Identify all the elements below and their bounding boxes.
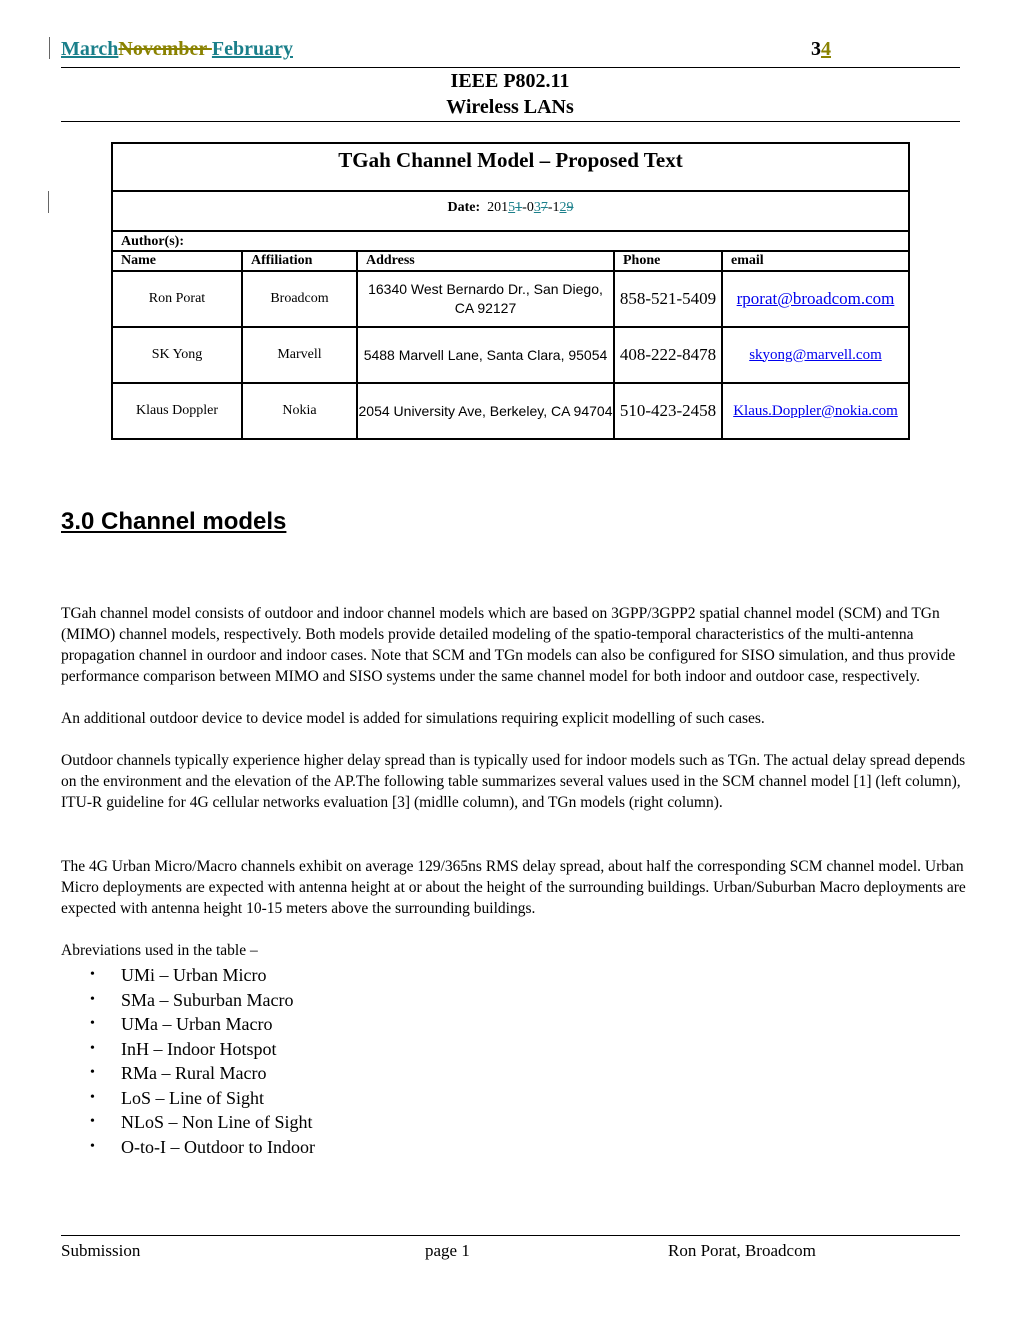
abbreviation-text: InH – Indoor Hotspot bbox=[121, 1038, 277, 1059]
doc-title: TGah Channel Model – Proposed Text bbox=[113, 144, 908, 192]
header-date-segment: March bbox=[61, 38, 119, 60]
list-item: • NLoS – Non Line of Sight bbox=[90, 1110, 315, 1135]
paragraph-d2d: An additional outdoor device to device m… bbox=[61, 710, 765, 727]
bullet-icon: • bbox=[90, 1040, 95, 1056]
date-segment: -0 bbox=[522, 200, 534, 215]
cover-table: TGah Channel Model – Proposed Text Date:… bbox=[111, 142, 910, 440]
author-affiliation: Broadcom bbox=[241, 270, 358, 328]
list-item: • SMa – Suburban Macro bbox=[90, 988, 315, 1013]
header-date-segment: November bbox=[118, 38, 212, 60]
abbreviation-text: SMa – Suburban Macro bbox=[121, 989, 294, 1010]
date-label: Date: bbox=[447, 200, 481, 215]
change-bar bbox=[49, 37, 50, 59]
author-address: 16340 West Bernardo Dr., San Diego, CA 9… bbox=[356, 270, 615, 328]
list-item: • InH – Indoor Hotspot bbox=[90, 1037, 315, 1062]
section-heading: 3.0 Channel models bbox=[61, 508, 287, 535]
author-phone: 858-521-5409 bbox=[613, 270, 723, 328]
header-doc-number: 34 bbox=[811, 38, 831, 61]
author-phone: 408-222-8478 bbox=[613, 326, 723, 384]
author-row: SK Yong Marvell 5488 Marvell Lane, Santa… bbox=[113, 326, 908, 384]
author-email-cell: skyong@marvell.com bbox=[721, 326, 908, 384]
author-affiliation: Marvell bbox=[241, 326, 358, 384]
author-email-link[interactable]: Klaus.Doppler@nokia.com bbox=[733, 403, 898, 419]
authors-label: Author(s): bbox=[113, 232, 908, 252]
author-email-cell: rporat@broadcom.com bbox=[721, 270, 908, 328]
paragraph-4g-urban: The 4G Urban Micro/Macro channels exhibi… bbox=[61, 858, 966, 917]
abbreviation-text: UMa – Urban Macro bbox=[121, 1014, 273, 1034]
header-org: IEEE P802.11 bbox=[450, 70, 570, 92]
col-header-phone: Phone bbox=[613, 252, 723, 272]
bullet-icon: • bbox=[90, 967, 95, 982]
author-affiliation: Nokia bbox=[241, 382, 358, 438]
date-segment: 9 bbox=[566, 200, 574, 215]
list-item: • RMa – Rural Macro bbox=[90, 1061, 315, 1086]
bullet-icon: • bbox=[90, 1016, 95, 1031]
author-address: 2054 University Ave, Berkeley, CA 94704 bbox=[356, 382, 615, 438]
change-bar bbox=[48, 191, 49, 213]
list-item: • UMa – Urban Macro bbox=[90, 1012, 315, 1037]
header-rule-bottom bbox=[61, 121, 960, 122]
date-segment: 7 bbox=[540, 200, 548, 215]
author-phone: 510-423-2458 bbox=[613, 382, 723, 438]
abbreviation-text: NLoS – Non Line of Sight bbox=[121, 1112, 313, 1132]
author-name: SK Yong bbox=[113, 326, 243, 384]
date-segment: -1 bbox=[547, 200, 560, 215]
abbreviation-text: O-to-I – Outdoor to Indoor bbox=[121, 1136, 315, 1157]
bullet-icon: • bbox=[90, 1065, 95, 1080]
abbreviation-text: LoS – Line of Sight bbox=[121, 1087, 264, 1108]
author-row: Ron Porat Broadcom 16340 West Bernardo D… bbox=[113, 270, 908, 328]
header-doc-segment: 3 bbox=[811, 38, 821, 60]
footer-page-number: page 1 bbox=[425, 1241, 470, 1260]
abbreviations-intro: Abreviations used in the table – bbox=[61, 942, 258, 959]
abbreviation-text: UMi – Urban Micro bbox=[121, 965, 267, 985]
col-header-email: email bbox=[721, 252, 908, 272]
date-segment: 2 bbox=[559, 200, 567, 215]
header-group: Wireless LANs bbox=[446, 96, 574, 118]
col-header-address: Address bbox=[356, 252, 615, 272]
col-header-name: Name bbox=[113, 252, 243, 272]
author-name: Klaus Doppler bbox=[113, 382, 243, 438]
author-email-link[interactable]: skyong@marvell.com bbox=[749, 347, 882, 363]
abbreviation-text: RMa – Rural Macro bbox=[121, 1063, 267, 1083]
col-header-affiliation: Affiliation bbox=[241, 252, 358, 272]
author-name: Ron Porat bbox=[113, 270, 243, 328]
list-item: • UMi – Urban Micro bbox=[90, 963, 315, 988]
paragraph-delay-spread: Outdoor channels typically experience hi… bbox=[61, 752, 966, 811]
paragraph-intro: TGah channel model consists of outdoor a… bbox=[61, 605, 956, 685]
list-item: • LoS – Line of Sight bbox=[90, 1086, 315, 1111]
author-email-cell: Klaus.Doppler@nokia.com bbox=[721, 382, 908, 438]
author-email-link[interactable]: rporat@broadcom.com bbox=[737, 289, 895, 308]
date-segment: 3 bbox=[533, 200, 541, 215]
bullet-icon: • bbox=[90, 1114, 95, 1129]
header-rule-top bbox=[61, 67, 960, 68]
date-value: 20151-037-129 bbox=[487, 200, 573, 215]
footer-author: Ron Porat, Broadcom bbox=[668, 1241, 816, 1260]
bullet-icon: • bbox=[90, 991, 95, 1007]
author-address: 5488 Marvell Lane, Santa Clara, 95054 bbox=[356, 326, 615, 384]
bullet-icon: • bbox=[90, 1089, 95, 1105]
authors-header-row: Name Affiliation Address Phone email bbox=[113, 252, 908, 272]
doc-date: Date: 20151-037-129 bbox=[113, 192, 908, 232]
header-date-segment: February bbox=[211, 38, 293, 60]
header-date: MarchNovember February bbox=[61, 38, 293, 61]
abbreviation-list: • UMi – Urban Micro • SMa – Suburban Macro… bbox=[61, 963, 315, 1159]
footer-left: Submission bbox=[61, 1241, 141, 1260]
authors-table: Name Affiliation Address Phone email Ron… bbox=[113, 252, 908, 438]
authors-table-wrap: Name Affiliation Address Phone email Ron… bbox=[113, 252, 908, 438]
bullet-icon: • bbox=[90, 1138, 95, 1154]
author-row: Klaus Doppler Nokia 2054 University Ave,… bbox=[113, 382, 908, 438]
list-item: • O-to-I – Outdoor to Indoor bbox=[90, 1135, 315, 1160]
date-segment: 201 bbox=[487, 200, 509, 215]
header-doc-segment: 4 bbox=[821, 38, 831, 60]
footer-rule bbox=[61, 1235, 960, 1236]
